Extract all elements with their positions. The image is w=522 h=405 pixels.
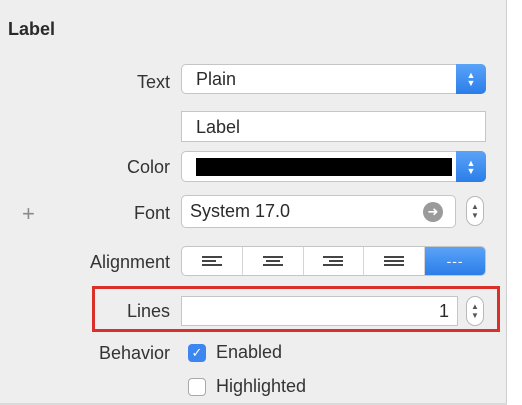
align-natural-button[interactable]: ---	[425, 247, 485, 275]
section-title: Label	[8, 19, 56, 39]
highlighted-label: Highlighted	[216, 376, 307, 396]
highlighted-checkbox[interactable]	[188, 377, 206, 396]
alignment-segmented-control[interactable]: ---	[181, 246, 486, 276]
label-text-field[interactable]: Label	[181, 111, 486, 142]
font-size-stepper[interactable]: ▲ ▼	[466, 196, 484, 226]
enabled-checkbox-row[interactable]: ✓ Enabled	[188, 342, 282, 363]
align-natural-icon: ---	[446, 253, 464, 269]
behavior-label: Behavior	[98, 343, 170, 363]
enabled-checkbox[interactable]: ✓	[188, 343, 206, 362]
lines-field[interactable]: 1	[181, 296, 458, 326]
font-value: System 17.0	[190, 201, 291, 221]
enabled-label: Enabled	[216, 342, 283, 362]
right-margin	[507, 0, 522, 405]
lines-stepper[interactable]: ▲ ▼	[466, 296, 484, 326]
attributes-inspector-panel: Label Text Plain ▲ ▼ Label Color ▲ ▼ + Fon…	[0, 0, 507, 405]
color-swatch	[196, 158, 452, 176]
text-type-popup[interactable]: Plain ▲ ▼	[181, 64, 486, 94]
color-well[interactable]: ▲ ▼	[181, 151, 486, 182]
text-type-value: Plain	[196, 69, 237, 89]
lines-value: 1	[438, 301, 449, 321]
color-label: Color	[126, 157, 170, 177]
font-label: Font	[133, 203, 170, 223]
font-field[interactable]: System 17.0 ➜	[181, 195, 456, 228]
align-right-icon	[323, 255, 344, 267]
align-left-icon	[201, 255, 222, 267]
align-center-icon	[262, 255, 283, 267]
alignment-label: Alignment	[89, 252, 170, 272]
lines-label: Lines	[126, 301, 170, 321]
label-text-value: Label	[196, 117, 241, 137]
font-picker-arrow-icon[interactable]: ➜	[423, 202, 443, 222]
text-label: Text	[136, 72, 170, 92]
align-justified-icon	[384, 255, 405, 267]
align-right-button[interactable]	[304, 247, 365, 275]
align-left-button[interactable]	[182, 247, 243, 275]
align-center-button[interactable]	[243, 247, 304, 275]
align-justified-button[interactable]	[364, 247, 426, 275]
highlighted-checkbox-row[interactable]: Highlighted	[188, 376, 306, 397]
chevron-updown-icon[interactable]: ▲ ▼	[456, 151, 486, 182]
chevron-updown-icon[interactable]: ▲ ▼	[456, 64, 486, 94]
